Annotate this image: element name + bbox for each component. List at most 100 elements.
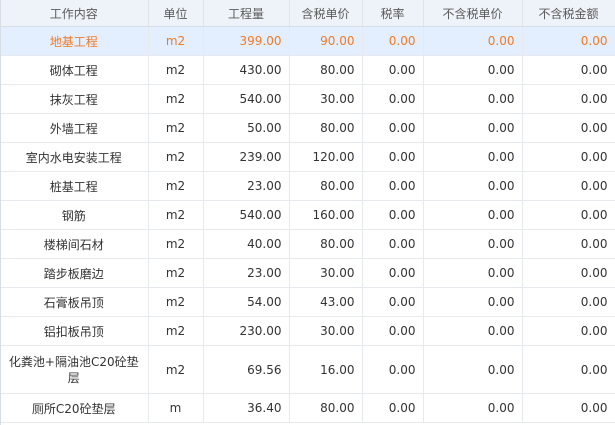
- table-row[interactable]: 钢筋 m2 540.00 160.00 0.00 0.00 0.00: [0, 200, 615, 230]
- cell-unit[interactable]: m2: [148, 84, 204, 114]
- cell-work-content[interactable]: 化粪池+隔油池C20砼垫层: [0, 345, 149, 394]
- cell-tax-rate[interactable]: 0.00: [362, 287, 424, 317]
- cell-net-unit-price[interactable]: 0.00: [423, 393, 523, 423]
- cell-unit[interactable]: m: [148, 393, 204, 423]
- cell-work-content[interactable]: 桩基工程: [0, 171, 149, 201]
- cell-tax-rate[interactable]: 0.00: [362, 84, 424, 114]
- cell-unit[interactable]: m2: [148, 316, 204, 346]
- cell-net-unit-price[interactable]: 0.00: [423, 113, 523, 143]
- cell-tax-inclusive-price[interactable]: 120.00: [289, 142, 363, 172]
- cell-quantity[interactable]: 540.00: [203, 84, 290, 114]
- cell-net-unit-price[interactable]: 0.00: [423, 345, 523, 394]
- cell-unit[interactable]: m2: [148, 200, 204, 230]
- cell-net-unit-price[interactable]: 0.00: [423, 26, 523, 56]
- cell-net-amount[interactable]: 0.00: [522, 345, 615, 394]
- cell-net-unit-price[interactable]: 0.00: [423, 287, 523, 317]
- table-row[interactable]: 石膏板吊顶 m2 54.00 43.00 0.00 0.00 0.00: [0, 287, 615, 317]
- table-row[interactable]: 楼梯间石材 m2 40.00 80.00 0.00 0.00 0.00: [0, 229, 615, 259]
- table-row[interactable]: 铝扣板吊顶 m2 230.00 30.00 0.00 0.00 0.00: [0, 316, 615, 346]
- cell-work-content[interactable]: 厕所C20砼垫层: [0, 393, 149, 423]
- table-row[interactable]: 抹灰工程 m2 540.00 30.00 0.00 0.00 0.00: [0, 84, 615, 114]
- cell-unit[interactable]: m2: [148, 142, 204, 172]
- cell-tax-inclusive-price[interactable]: 16.00: [289, 345, 363, 394]
- cell-quantity[interactable]: 23.00: [203, 258, 290, 288]
- cell-tax-inclusive-price[interactable]: 30.00: [289, 316, 363, 346]
- cell-tax-inclusive-price[interactable]: 90.00: [289, 26, 363, 56]
- cell-unit[interactable]: m2: [148, 26, 204, 56]
- cell-tax-inclusive-price[interactable]: 30.00: [289, 84, 363, 114]
- column-header-tax-inclusive-price[interactable]: 含税单价: [289, 0, 363, 27]
- cell-net-amount[interactable]: 0.00: [522, 258, 615, 288]
- cell-unit[interactable]: m2: [148, 287, 204, 317]
- cell-quantity[interactable]: 50.00: [203, 113, 290, 143]
- cell-quantity[interactable]: 230.00: [203, 316, 290, 346]
- cell-quantity[interactable]: 69.56: [203, 345, 290, 394]
- cell-net-unit-price[interactable]: 0.00: [423, 142, 523, 172]
- table-row[interactable]: 砌体工程 m2 430.00 80.00 0.00 0.00 0.00: [0, 55, 615, 85]
- cell-tax-inclusive-price[interactable]: 80.00: [289, 113, 363, 143]
- cell-tax-inclusive-price[interactable]: 80.00: [289, 393, 363, 423]
- cell-net-unit-price[interactable]: 0.00: [423, 55, 523, 85]
- table-row[interactable]: 桩基工程 m2 23.00 80.00 0.00 0.00 0.00: [0, 171, 615, 201]
- cell-tax-rate[interactable]: 0.00: [362, 393, 424, 423]
- column-header-tax-rate[interactable]: 税率: [362, 0, 424, 27]
- cell-net-amount[interactable]: 0.00: [522, 142, 615, 172]
- cell-tax-rate[interactable]: 0.00: [362, 113, 424, 143]
- cell-work-content[interactable]: 室内水电安装工程: [0, 142, 149, 172]
- cell-unit[interactable]: m2: [148, 229, 204, 259]
- table-row[interactable]: 厕所C20砼垫层 m 36.40 80.00 0.00 0.00 0.00: [0, 393, 615, 423]
- cell-work-content[interactable]: 砌体工程: [0, 55, 149, 85]
- cell-net-unit-price[interactable]: 0.00: [423, 200, 523, 230]
- cell-quantity[interactable]: 54.00: [203, 287, 290, 317]
- table-row[interactable]: 化粪池+隔油池C20砼垫层 m2 69.56 16.00 0.00 0.00 0.00: [0, 345, 615, 394]
- table-row[interactable]: 外墙工程 m2 50.00 80.00 0.00 0.00 0.00: [0, 113, 615, 143]
- cell-tax-rate[interactable]: 0.00: [362, 316, 424, 346]
- cell-work-content[interactable]: 地基工程: [0, 26, 149, 56]
- column-header-net-unit-price[interactable]: 不含税单价: [423, 0, 523, 27]
- cell-quantity[interactable]: 540.00: [203, 200, 290, 230]
- cell-net-amount[interactable]: 0.00: [522, 26, 615, 56]
- cell-unit[interactable]: m2: [148, 113, 204, 143]
- cell-quantity[interactable]: 399.00: [203, 26, 290, 56]
- cell-quantity[interactable]: 239.00: [203, 142, 290, 172]
- cell-net-unit-price[interactable]: 0.00: [423, 258, 523, 288]
- table-row[interactable]: 室内水电安装工程 m2 239.00 120.00 0.00 0.00 0.00: [0, 142, 615, 172]
- cell-tax-inclusive-price[interactable]: 43.00: [289, 287, 363, 317]
- cell-quantity[interactable]: 23.00: [203, 171, 290, 201]
- cell-net-amount[interactable]: 0.00: [522, 84, 615, 114]
- cell-net-amount[interactable]: 0.00: [522, 200, 615, 230]
- cell-tax-inclusive-price[interactable]: 80.00: [289, 55, 363, 85]
- cell-tax-rate[interactable]: 0.00: [362, 142, 424, 172]
- cell-unit[interactable]: m2: [148, 258, 204, 288]
- cell-quantity[interactable]: 40.00: [203, 229, 290, 259]
- cell-tax-inclusive-price[interactable]: 160.00: [289, 200, 363, 230]
- table-row[interactable]: 地基工程 m2 399.00 90.00 0.00 0.00 0.00: [0, 26, 615, 56]
- column-header-work-content[interactable]: 工作内容: [0, 0, 149, 27]
- cell-net-unit-price[interactable]: 0.00: [423, 229, 523, 259]
- cell-tax-inclusive-price[interactable]: 30.00: [289, 258, 363, 288]
- cell-net-unit-price[interactable]: 0.00: [423, 171, 523, 201]
- cell-net-amount[interactable]: 0.00: [522, 55, 615, 85]
- cell-net-unit-price[interactable]: 0.00: [423, 84, 523, 114]
- cell-work-content[interactable]: 踏步板磨边: [0, 258, 149, 288]
- column-header-unit[interactable]: 单位: [148, 0, 204, 27]
- cell-tax-rate[interactable]: 0.00: [362, 200, 424, 230]
- cell-net-amount[interactable]: 0.00: [522, 287, 615, 317]
- cell-net-amount[interactable]: 0.00: [522, 229, 615, 259]
- cell-tax-rate[interactable]: 0.00: [362, 345, 424, 394]
- column-header-quantity[interactable]: 工程量: [203, 0, 290, 27]
- cell-tax-inclusive-price[interactable]: 80.00: [289, 171, 363, 201]
- cell-work-content[interactable]: 楼梯间石材: [0, 229, 149, 259]
- cell-tax-rate[interactable]: 0.00: [362, 229, 424, 259]
- cell-unit[interactable]: m2: [148, 345, 204, 394]
- cell-net-unit-price[interactable]: 0.00: [423, 316, 523, 346]
- cell-net-amount[interactable]: 0.00: [522, 171, 615, 201]
- cell-work-content[interactable]: 石膏板吊顶: [0, 287, 149, 317]
- cell-work-content[interactable]: 抹灰工程: [0, 84, 149, 114]
- cell-quantity[interactable]: 430.00: [203, 55, 290, 85]
- cell-net-amount[interactable]: 0.00: [522, 113, 615, 143]
- table-row[interactable]: 踏步板磨边 m2 23.00 30.00 0.00 0.00 0.00: [0, 258, 615, 288]
- cell-net-amount[interactable]: 0.00: [522, 393, 615, 423]
- cell-work-content[interactable]: 铝扣板吊顶: [0, 316, 149, 346]
- cell-work-content[interactable]: 外墙工程: [0, 113, 149, 143]
